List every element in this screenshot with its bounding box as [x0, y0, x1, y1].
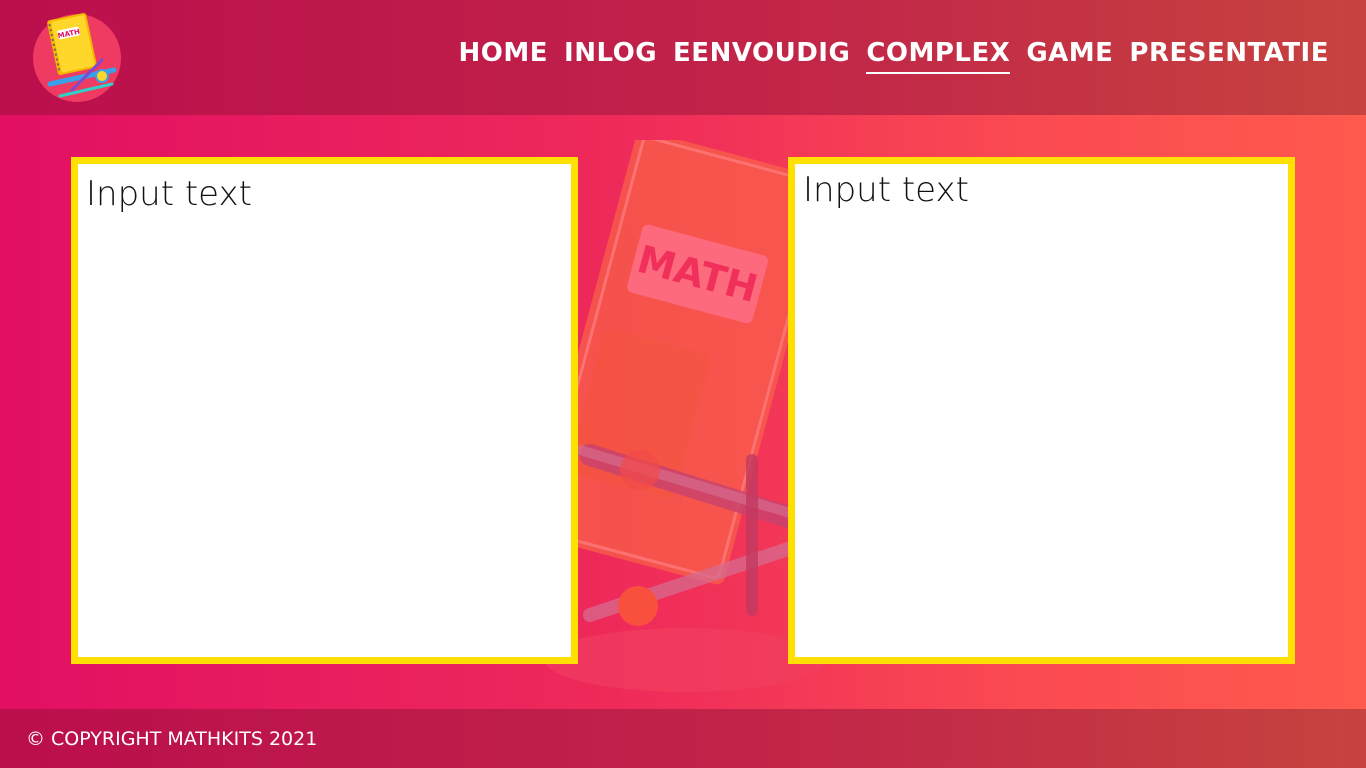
footer-bar: © COPYRIGHT MATHKITS 2021	[0, 709, 1366, 768]
nav-game[interactable]: GAME	[1026, 38, 1113, 74]
nav-complex[interactable]: COMPLEX	[866, 38, 1011, 74]
left-text-input[interactable]	[78, 164, 571, 657]
right-text-input[interactable]	[795, 164, 1288, 657]
nav-inlog[interactable]: INLOG	[564, 38, 657, 74]
header-bar: MATH HOME INLOG EENVOUDIG COMPLEX GAME P…	[0, 0, 1366, 115]
copyright-text: © COPYRIGHT MATHKITS 2021	[26, 728, 318, 750]
nav-home[interactable]: HOME	[459, 38, 549, 74]
nav-presentatie[interactable]: PRESENTATIE	[1129, 38, 1329, 74]
right-input-panel	[788, 157, 1295, 664]
left-input-panel	[71, 157, 578, 664]
main-nav: HOME INLOG EENVOUDIG COMPLEX GAME PRESEN…	[459, 38, 1329, 74]
logo[interactable]: MATH	[32, 10, 122, 102]
nav-eenvoudig[interactable]: EENVOUDIG	[673, 38, 850, 74]
math-book-logo-icon: MATH	[33, 13, 121, 102]
